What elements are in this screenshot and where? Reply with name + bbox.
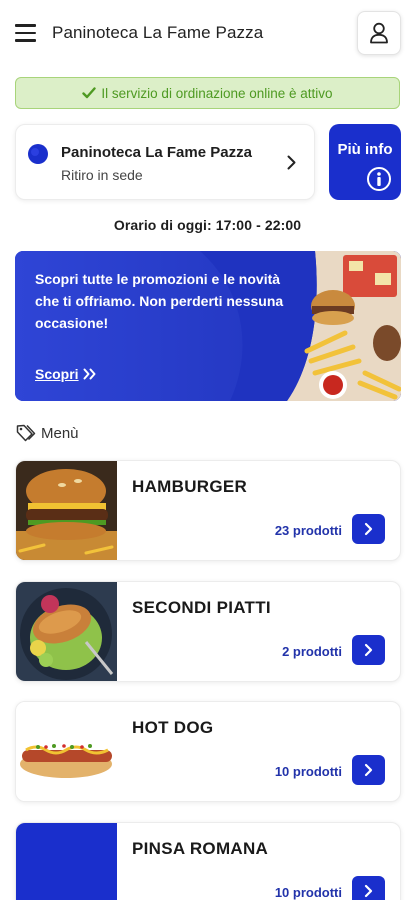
menu-section-heading: Menù [16, 424, 79, 442]
user-icon [370, 22, 388, 44]
info-icon [367, 167, 391, 191]
chevron-right-icon [364, 522, 373, 536]
category-name: PINSA ROMANA [132, 839, 269, 858]
tag-icon [16, 424, 36, 442]
secondi-piatti-photo [16, 582, 117, 681]
open-category-button[interactable] [352, 514, 385, 544]
open-category-button[interactable] [352, 876, 385, 900]
store-marker-icon [28, 144, 48, 164]
chevron-right-icon [287, 155, 296, 170]
promo-description: Scopri tutte le promozioni e le novità c… [35, 271, 284, 331]
category-product-count: 2 prodotti [282, 644, 342, 659]
hamburger-photo [16, 461, 117, 560]
hamburger-menu-icon[interactable] [15, 24, 36, 42]
opening-hours: Orario di oggi: 17:00 - 22:00 [113, 217, 302, 233]
chevron-right-icon [364, 763, 373, 777]
open-category-button[interactable] [352, 635, 385, 665]
top-bar: Paninoteca La Fame Pazza [0, 0, 415, 68]
chevron-right-icon [364, 884, 373, 898]
service-active-banner: Il servizio di ordinazione online è atti… [15, 77, 400, 109]
more-info-button[interactable]: Più info [329, 124, 401, 200]
category-name: HOT DOG [132, 718, 214, 737]
category-name: SECONDI PIATTI [132, 598, 271, 617]
category-product-count: 23 prodotti [274, 523, 342, 538]
store-name: Paninoteca La Fame Pazza [61, 144, 252, 161]
pinsa-romana-placeholder-image [16, 823, 117, 900]
category-card-hamburger[interactable]: HAMBURGER 23 prodotti [15, 460, 401, 561]
chevron-right-icon [364, 643, 373, 657]
service-active-text: Il servizio di ordinazione online è atti… [101, 85, 333, 101]
double-chevron-right-icon [83, 368, 96, 380]
hot-dog-photo [16, 702, 117, 801]
store-service-mode: Ritiro in sede [61, 167, 143, 183]
check-icon [82, 87, 97, 99]
menu-label: Menù [41, 424, 79, 442]
promo-discover-label: Scopri [35, 366, 79, 382]
category-card-secondi-piatti[interactable]: SECONDI PIATTI 2 prodotti [15, 581, 401, 682]
open-category-button[interactable] [352, 755, 385, 785]
category-product-count: 10 prodotti [274, 764, 342, 779]
store-selector-card[interactable]: Paninoteca La Fame Pazza Ritiro in sede [15, 124, 315, 200]
promo-discover-link[interactable]: Scopri [35, 366, 97, 382]
user-account-button[interactable] [357, 11, 401, 55]
category-card-pinsa-romana[interactable]: PINSA ROMANA 10 prodotti [15, 822, 401, 900]
promotions-banner[interactable]: Scopri tutte le promozioni e le novità c… [15, 251, 401, 401]
category-product-count: 10 prodotti [274, 885, 342, 900]
more-info-label: Più info [337, 141, 393, 158]
category-name: HAMBURGER [132, 477, 248, 496]
category-card-hot-dog[interactable]: HOT DOG 10 prodotti [15, 701, 401, 802]
app-title: Paninoteca La Fame Pazza [52, 23, 264, 42]
